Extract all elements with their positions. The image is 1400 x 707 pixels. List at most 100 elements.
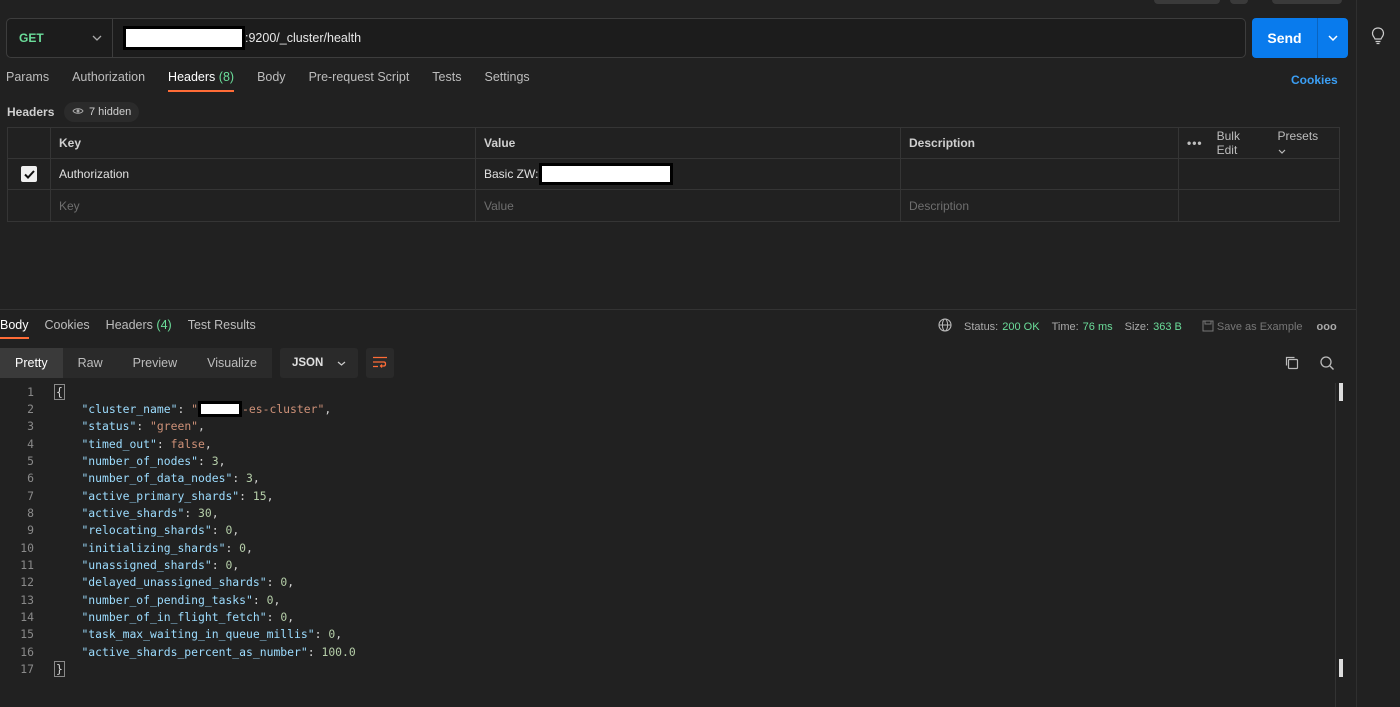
send-options-button[interactable] [1318,18,1348,58]
code-line: 2 "cluster_name": " -es-cluster", [0,400,1335,417]
cookies-link[interactable]: Cookies [1291,73,1338,87]
request-tabs: Params Authorization Headers (8) Body Pr… [6,70,553,92]
tab-count: (8) [218,70,235,84]
wrap-lines-icon [372,356,388,371]
json-colon: : [314,627,329,642]
code-line: 13 "number_of_pending_tasks": 0, [0,591,1335,608]
new-value-input[interactable]: Value [476,190,901,221]
code-line: 3 "status": "green", [0,418,1335,435]
response-tabs: Body Cookies Headers (4) Test Results [0,318,272,339]
url-input[interactable]: :9200/_cluster/health [113,26,361,50]
status-value[interactable]: 200 OK [1002,321,1039,333]
send-button[interactable]: Send [1252,18,1318,58]
size-value[interactable]: 363 B [1153,321,1182,333]
json-value: 0 [328,627,336,642]
tab-body[interactable]: Body [257,70,286,92]
json-colon: : [239,488,253,503]
time-value[interactable]: 76 ms [1083,321,1113,333]
code-line: 7 "active_primary_shards": 15, [0,487,1335,504]
value-column-header: Value [476,128,901,158]
code-line: 12 "delayed_unassigned_shards": 0, [0,574,1335,591]
more-options-icon[interactable]: ••• [1187,136,1203,150]
json-comma: , [287,575,295,590]
wrap-lines-button[interactable] [366,348,395,378]
tab-headers[interactable]: Headers (8) [168,70,235,92]
eye-icon [72,106,84,118]
scroll-marker-bottom [1339,659,1343,677]
json-key: "active_primary_shards" [81,488,240,503]
json-value: 0 [266,592,274,607]
json-colon: : [198,453,212,468]
json-colon: : [252,592,267,607]
send-group: Send [1252,18,1348,58]
view-preview[interactable]: Preview [117,348,193,378]
code-line: 9 "relocating_shards": 0, [0,522,1335,539]
json-colon: : [266,609,281,624]
format-select[interactable]: JSON [279,348,359,378]
top-toolbar-fragment [1154,0,1220,4]
empty-checkbox-cell [8,190,51,221]
tab-pre-request-script[interactable]: Pre-request Script [309,70,410,92]
header-description-cell[interactable] [901,159,1179,189]
json-key: "number_of_in_flight_fetch" [81,609,267,624]
lightbulb-icon[interactable] [1370,26,1386,46]
view-visualize[interactable]: Visualize [192,348,272,378]
save-as-example-button[interactable]: Save as Example [1202,320,1303,333]
json-key: "cluster_name" [81,401,178,416]
response-divider[interactable] [0,309,1356,310]
line-number: 11 [20,557,34,572]
table-row: Authorization Basic ZW: [8,159,1339,190]
response-tab-cookies[interactable]: Cookies [45,318,90,339]
response-scrollbar[interactable] [1335,383,1345,707]
globe-icon[interactable] [938,318,952,335]
json-colon: : [177,401,192,416]
headers-section-title: Headers [7,105,55,119]
response-tab-test-results[interactable]: Test Results [188,318,256,339]
code-line: 6 "number_of_data_nodes": 3, [0,470,1335,487]
presets-dropdown[interactable]: Presets [1278,129,1330,157]
bulk-edit-button[interactable]: Bulk Edit [1217,129,1264,157]
json-key: "number_of_data_nodes" [81,471,233,486]
new-key-input[interactable]: Key [51,190,476,221]
search-icon[interactable] [1319,355,1335,371]
more-options-icon[interactable]: ooo [1317,321,1337,333]
view-pretty[interactable]: Pretty [0,348,63,378]
code-line: 16 "active_shards_percent_as_number": 10… [0,643,1335,660]
status-label: Status: [964,320,999,333]
response-meta: Status: 200 OK Time: 76 ms Size: 363 B S… [938,318,1337,335]
tab-params[interactable]: Params [6,70,49,92]
json-colon: : [211,557,226,572]
tab-authorization[interactable]: Authorization [72,70,145,92]
row-actions-cell [1179,159,1339,189]
header-key-cell[interactable]: Authorization [51,159,476,189]
json-value: 0 [225,557,233,572]
tab-settings[interactable]: Settings [484,70,529,92]
line-number: 1 [27,384,34,399]
save-as-example-label: Save as Example [1216,321,1303,333]
response-tab-body[interactable]: Body [0,318,29,339]
view-raw[interactable]: Raw [62,348,118,378]
json-comma: , [252,471,260,486]
response-tab-headers[interactable]: Headers (4) [106,318,172,339]
json-comma: , [246,540,253,555]
line-number: 2 [27,401,34,416]
tab-tests[interactable]: Tests [432,70,461,92]
method-select[interactable]: GET [7,19,113,57]
tab-label: Authorization [72,70,146,84]
time-label: Time: [1051,320,1079,333]
json-value: false [170,436,205,451]
scroll-marker-top [1339,383,1343,401]
json-key: "timed_out" [81,436,157,451]
header-value-cell[interactable]: Basic ZW: [476,159,901,189]
copy-icon[interactable] [1284,355,1300,371]
new-description-input[interactable]: Description [901,190,1179,221]
response-body-editor[interactable]: 1{2 "cluster_name": " -es-cluster", 3 "sta… [0,383,1335,678]
header-enabled-checkbox[interactable] [21,166,37,182]
json-value: 100.0 [321,644,356,659]
redacted-host [123,26,245,50]
line-number: 3 [27,419,34,434]
hidden-headers-toggle[interactable]: 7 hidden [64,102,140,122]
line-number: 13 [20,592,34,607]
